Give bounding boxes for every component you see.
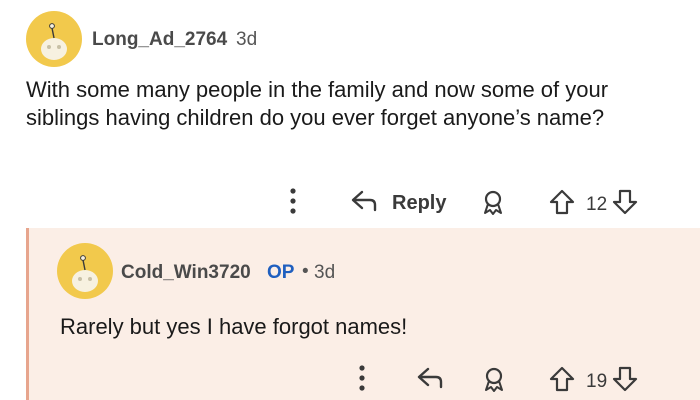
comment: Long_Ad_2764 3d With some many people in… xyxy=(0,0,700,228)
reply-age: 3d xyxy=(314,262,336,283)
reply-arrow-icon[interactable] xyxy=(416,365,444,396)
reply-vote-controls: 19 xyxy=(548,365,639,398)
avatar-snoo-icon xyxy=(72,255,98,292)
vote-controls: 12 xyxy=(548,188,639,221)
vote-count: 12 xyxy=(586,193,608,215)
downvote-icon[interactable] xyxy=(611,365,639,398)
upvote-icon[interactable] xyxy=(548,365,576,398)
reply-button[interactable]: Reply xyxy=(350,188,446,219)
thread-line[interactable] xyxy=(26,228,29,400)
comment-body: With some many people in the family and … xyxy=(26,77,609,130)
reply-body: Rarely but yes I have forgot names! xyxy=(60,314,408,339)
reply-label: Reply xyxy=(392,192,447,214)
comment-username[interactable]: Long_Ad_2764 xyxy=(92,29,227,51)
reply-avatar[interactable] xyxy=(57,243,113,299)
reply-vote-count: 19 xyxy=(586,370,608,392)
avatar[interactable] xyxy=(26,11,82,67)
more-options-icon[interactable] xyxy=(286,186,300,221)
downvote-icon[interactable] xyxy=(611,188,639,221)
op-badge: OP xyxy=(267,262,295,283)
award-icon[interactable] xyxy=(479,188,507,221)
meta-separator: • xyxy=(302,261,309,282)
reply-username[interactable]: Cold_Win3720 xyxy=(121,262,251,284)
more-options-icon[interactable] xyxy=(355,363,369,398)
upvote-icon[interactable] xyxy=(548,188,576,221)
reply-arrow-icon xyxy=(350,188,378,219)
award-icon[interactable] xyxy=(480,365,508,398)
avatar-snoo-icon xyxy=(41,23,67,60)
comment-age: 3d xyxy=(236,29,258,50)
